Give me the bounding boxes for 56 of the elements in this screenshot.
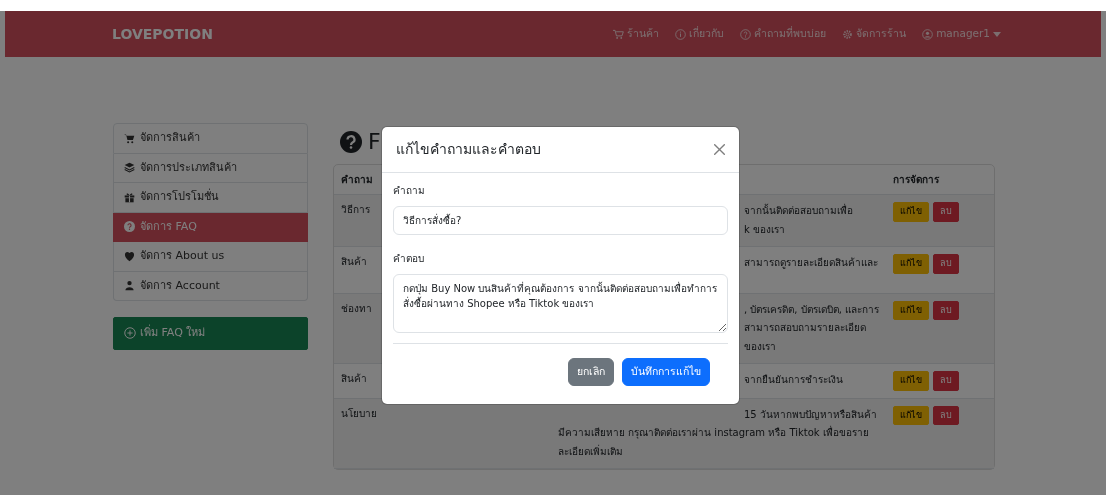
cart-icon xyxy=(613,28,625,40)
edit-button[interactable]: แก้ไข xyxy=(893,405,930,425)
dialog-title: แก้ไขคำถามและคำตอบ xyxy=(396,140,541,159)
brand-logo[interactable]: LOVEPOTION xyxy=(112,23,213,45)
caret-icon xyxy=(993,31,1001,37)
sidebar-item[interactable]: จัดการ About us xyxy=(113,242,308,272)
plus-circle-icon xyxy=(124,327,136,340)
column-header: การจัดการ xyxy=(886,165,994,195)
delete-button[interactable]: ลบ xyxy=(933,202,960,222)
help-icon xyxy=(124,221,135,233)
gift-icon xyxy=(124,191,135,203)
page-title: F xyxy=(368,128,381,156)
heart-icon xyxy=(124,250,135,262)
info-icon xyxy=(675,28,687,40)
nav-link[interactable]: เกี่ยวกับ xyxy=(675,26,725,42)
sidebar-item[interactable]: จัดการสินค้า xyxy=(113,123,308,154)
sidebar-item[interactable]: จัดการ FAQ xyxy=(113,212,308,242)
answer-text: มีความเสียหาย กรุณาติดต่อเราผ่าน instagram หรือ Tiktok เพื่อขอราย xyxy=(558,424,870,441)
user-menu[interactable]: manager1 xyxy=(922,26,1001,42)
sidebar-item[interactable]: จัดการโปรโมชั่น xyxy=(113,183,308,213)
nav-link[interactable]: จัดการร้าน xyxy=(842,26,907,42)
field-label: คำตอบ xyxy=(393,252,424,266)
sidebar-item[interactable]: จัดการประเภทสินค้า xyxy=(113,153,308,183)
edit-button[interactable]: แก้ไข xyxy=(893,300,930,320)
delete-button[interactable]: ลบ xyxy=(933,254,960,274)
nav-link[interactable]: ร้านค้า xyxy=(613,26,660,42)
edit-button[interactable]: แก้ไข xyxy=(893,254,930,274)
table-cell: นโยบาย xyxy=(334,398,551,469)
answer-text: ของเรา xyxy=(744,339,777,354)
answer-text: จากนั้นติดต่อสอบถามเพื่อ xyxy=(744,202,854,218)
cart-icon xyxy=(124,132,135,144)
question-field[interactable]: วิธีการสั่งซื้อ? xyxy=(393,206,728,235)
answer-text: สามารถสอบถามรายละเอียด xyxy=(744,321,867,335)
add-faq-button[interactable]: เพิ่ม FAQ ใหม่ xyxy=(113,317,308,350)
save-button[interactable]: บันทึกการแก้ไข xyxy=(622,358,710,386)
settings-icon xyxy=(842,28,854,40)
cancel-button[interactable]: ยกเลิก xyxy=(568,358,614,386)
user-icon xyxy=(922,28,934,40)
sidebar-item[interactable]: จัดการ Account xyxy=(113,271,308,301)
delete-button[interactable]: ลบ xyxy=(933,405,960,425)
question-icon xyxy=(340,130,362,153)
delete-button[interactable]: ลบ xyxy=(933,371,960,391)
person-icon xyxy=(124,280,135,292)
layers-icon xyxy=(124,162,135,174)
answer-field[interactable]: กดปุ่ม Buy Now บนสินค้าที่คุณต้องการ จากนั้นติดต่อสอบถามเพื่อทำการสั่งซื้อผ่านทาง Shopee หรือ Tiktok ของเรา xyxy=(393,274,728,333)
help-icon xyxy=(740,28,752,40)
answer-text: สามารถดูรายละเอียดสินค้าและ xyxy=(744,256,879,271)
answer-text: , บัตรเครดิต, บัตรเดบิต, และการ xyxy=(744,302,880,317)
answer-text: จากยืนยันการชำระเงิน xyxy=(744,373,844,387)
edit-button[interactable]: แก้ไข xyxy=(893,202,930,222)
delete-button[interactable]: ลบ xyxy=(933,300,960,320)
answer-text: 15 วันหากพบปัญหาหรือสินค้า xyxy=(744,407,878,422)
answer-text: ละเอียดเพิ่มเติม xyxy=(558,443,624,459)
edit-button[interactable]: แก้ไข xyxy=(893,371,930,391)
answer-text: k ของเรา xyxy=(744,222,786,237)
nav-link[interactable]: คำถามที่พบบ่อย xyxy=(740,26,827,42)
